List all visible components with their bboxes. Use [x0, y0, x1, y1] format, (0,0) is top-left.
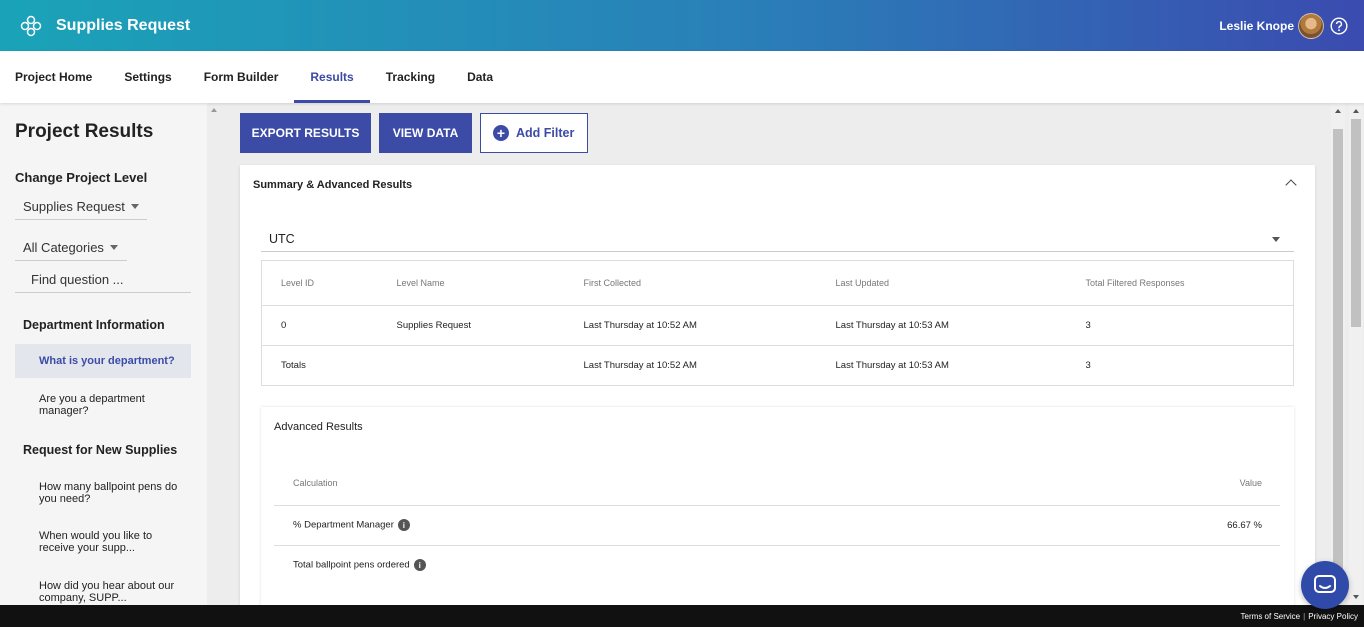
scroll-up-icon[interactable]	[1353, 109, 1359, 113]
level-select[interactable]: Supplies Request	[15, 194, 147, 220]
calculation-label: % Department Manager	[293, 519, 394, 531]
page-scrollbar-thumb[interactable]	[1351, 119, 1361, 327]
terms-link[interactable]: Terms of Service	[1241, 612, 1301, 621]
avatar[interactable]	[1298, 12, 1324, 39]
scroll-down-icon[interactable]	[1353, 595, 1359, 599]
col-total-filtered: Total Filtered Responses	[1066, 260, 1294, 306]
cell-first-collected: Last Thursday at 10:52 AM	[564, 305, 817, 346]
info-icon[interactable]: i	[397, 519, 410, 531]
sidebar-question-hear-about[interactable]: How did you hear about our company, SUPP…	[15, 574, 191, 605]
cell-calculation: % Department Manager i	[274, 505, 957, 546]
find-question-input[interactable]	[15, 267, 191, 293]
cell-last-updated: Last Thursday at 10:53 AM	[816, 305, 1067, 346]
results-main: EXPORT RESULTS VIEW DATA + Add Filter Su…	[227, 103, 1330, 605]
scroll-up-icon[interactable]	[1335, 109, 1341, 113]
tab-form-builder[interactable]: Form Builder	[188, 51, 295, 103]
col-value: Value	[956, 461, 1280, 506]
chat-launcher-button[interactable]	[1301, 561, 1349, 609]
top-header: Supplies Request Leslie Knope	[0, 0, 1364, 51]
privacy-link[interactable]: Privacy Policy	[1308, 612, 1358, 621]
user-area: Leslie Knope	[1219, 12, 1348, 39]
col-first-collected: First Collected	[564, 260, 817, 306]
cell-value	[957, 545, 1280, 585]
timezone-select[interactable]: UTC	[261, 227, 1294, 252]
cell-level-id: 0	[261, 305, 378, 346]
view-data-button[interactable]: VIEW DATA	[379, 113, 472, 153]
category-select[interactable]: All Categories	[15, 235, 127, 261]
tab-tracking[interactable]: Tracking	[370, 51, 451, 103]
change-level-label: Change Project Level	[15, 170, 148, 185]
table-row: Total ballpoint pens ordered i	[274, 545, 1280, 585]
sidebar-title: Project Results	[15, 121, 154, 142]
page-scrollbar[interactable]	[1349, 103, 1363, 605]
advanced-results-title: Advanced Results	[274, 421, 363, 433]
user-name[interactable]: Leslie Knope	[1219, 19, 1294, 33]
page-footer: Terms of Service | Privacy Policy	[0, 605, 1364, 627]
add-filter-button[interactable]: + Add Filter	[480, 113, 588, 153]
cell-calculation: Total ballpoint pens ordered i	[274, 545, 957, 585]
advanced-results-panel: Advanced Results Calculation Value % Dep…	[261, 407, 1294, 605]
level-select-value: Supplies Request	[23, 199, 125, 214]
main-scrollbar[interactable]	[1331, 103, 1345, 605]
cell-level-name	[378, 346, 565, 386]
table-row-totals: Totals Last Thursday at 10:52 AM Last Th…	[262, 346, 1294, 386]
section-request-new-supplies: Request for New Supplies	[23, 443, 178, 457]
tab-project-home[interactable]: Project Home	[0, 51, 108, 103]
footer-separator: |	[1303, 611, 1306, 621]
timezone-value: UTC	[269, 232, 295, 246]
plus-circle-icon: +	[493, 125, 509, 141]
section-department-information: Department Information	[23, 318, 165, 332]
sidebar-question-ballpoint-pens[interactable]: How many ballpoint pens do you need?	[15, 475, 191, 511]
cell-first-collected: Last Thursday at 10:52 AM	[583, 360, 697, 371]
cell-total-filtered: 3	[1085, 360, 1091, 371]
calculation-label: Total ballpoint pens ordered	[293, 559, 410, 571]
cell-value: 66.67 %	[956, 505, 1280, 546]
tab-results[interactable]: Results	[294, 51, 371, 103]
cell-last-updated: Last Thursday at 10:53 AM	[835, 360, 949, 371]
project-nav: Project Home Settings Form Builder Resul…	[0, 51, 1364, 103]
results-sidebar: Project Results Change Project Level Sup…	[0, 103, 207, 605]
chat-icon	[1314, 575, 1336, 593]
chevron-down-icon	[109, 245, 118, 250]
sidebar-scroll-up-icon[interactable]	[211, 108, 217, 112]
col-level-id: Level ID	[261, 260, 378, 306]
app-logo-icon[interactable]	[20, 15, 42, 37]
sidebar-question-manager[interactable]: Are you a department manager?	[15, 387, 191, 423]
table-header-row: Level ID Level Name First Collected Last…	[261, 260, 1294, 306]
chevron-down-icon	[1272, 237, 1280, 242]
table-row: % Department Manager i 66.67 %	[274, 505, 1280, 546]
table-header-row: Calculation Value	[274, 461, 1280, 506]
category-select-value: All Categories	[23, 240, 104, 255]
info-icon[interactable]: i	[413, 559, 426, 572]
chevron-up-icon[interactable]	[1285, 179, 1297, 191]
advanced-results-table: Calculation Value % Department Manager i …	[274, 461, 1280, 585]
col-level-name: Level Name	[377, 260, 565, 306]
export-results-button[interactable]: EXPORT RESULTS	[240, 113, 371, 153]
sidebar-question-department[interactable]: What is your department?	[15, 344, 191, 378]
app-title: Supplies Request	[56, 16, 191, 34]
table-row: 0 Supplies Request Last Thursday at 10:5…	[261, 305, 1294, 346]
cell-totals-label: Totals	[281, 360, 306, 371]
col-calculation: Calculation	[274, 461, 957, 506]
sidebar-question-receive-date[interactable]: When would you like to receive your supp…	[15, 524, 191, 560]
tab-settings[interactable]: Settings	[108, 51, 187, 103]
summary-card: Summary & Advanced Results UTC Level ID …	[240, 165, 1315, 605]
summary-card-title: Summary & Advanced Results	[253, 179, 413, 191]
cell-level-name: Supplies Request	[377, 305, 565, 346]
chevron-down-icon	[130, 204, 139, 209]
main-scrollbar-thumb[interactable]	[1333, 129, 1343, 599]
cell-total-filtered: 3	[1066, 305, 1294, 346]
tab-data[interactable]: Data	[451, 51, 509, 103]
summary-table: Level ID Level Name First Collected Last…	[261, 260, 1294, 386]
col-last-updated: Last Updated	[816, 260, 1067, 306]
help-icon[interactable]	[1330, 16, 1348, 35]
add-filter-label: Add Filter	[516, 126, 575, 140]
